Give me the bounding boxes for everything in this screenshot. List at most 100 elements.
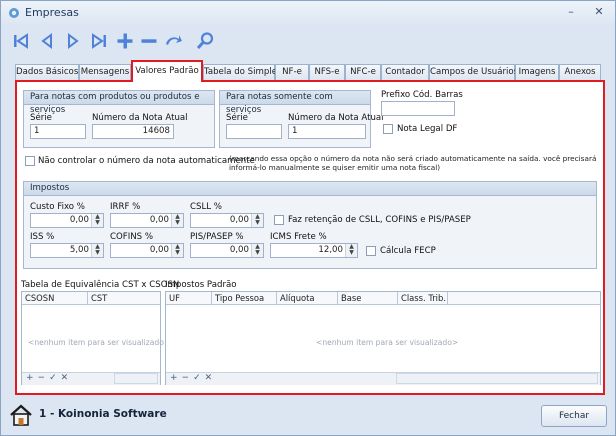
cst-col-cst[interactable]: CST bbox=[88, 292, 161, 305]
pis-value: 0,00 bbox=[229, 245, 249, 255]
cst-add-icon[interactable]: + bbox=[26, 373, 34, 384]
csll-spin-icon[interactable]: ▲ ▼ bbox=[251, 214, 263, 227]
group-produtos-title: Para notas com produtos ou produtos e se… bbox=[24, 91, 214, 115]
impostos-padrao-header: UF Tipo Pessoa Alíquota Base Class. Trib… bbox=[166, 292, 600, 305]
cst-horizontal-scrollbar[interactable] bbox=[114, 373, 158, 384]
ip-col-class-trib[interactable]: Class. Trib. bbox=[398, 292, 448, 305]
servicos-nota-label: Número da Nota Atual bbox=[288, 113, 384, 123]
produtos-serie-input[interactable]: 1 bbox=[30, 124, 86, 139]
cofins-spin-icon[interactable]: ▲ ▼ bbox=[171, 244, 183, 257]
add-record-button[interactable] bbox=[113, 29, 137, 53]
icms-frete-input[interactable]: 12,00 ▲ ▼ bbox=[270, 243, 358, 258]
tab-dados-basicos[interactable]: Dados Básicos bbox=[15, 64, 79, 81]
last-record-button[interactable] bbox=[87, 29, 111, 53]
nao-controlar-checkbox[interactable] bbox=[25, 156, 35, 166]
footer: 1 - Koinonia Software Fechar bbox=[1, 397, 615, 435]
group-servicos-title: Para notas somente com serviços bbox=[220, 91, 370, 115]
undo-arrow-icon bbox=[166, 35, 182, 45]
custo-fixo-input[interactable]: 0,00 ▲ ▼ bbox=[30, 213, 104, 228]
produtos-serie-label: Série bbox=[30, 113, 52, 123]
group-impostos: Impostos Custo Fixo % 0,00 ▲ ▼ IRRF % 0,0… bbox=[23, 181, 597, 269]
tab-strip: Dados Básicos Mensagens Valores Padrão T… bbox=[15, 60, 601, 82]
tab-page-valores-padrao: Para notas com produtos ou produtos e se… bbox=[15, 80, 605, 395]
ip-confirm-icon[interactable]: ✓ bbox=[193, 373, 201, 384]
iss-input[interactable]: 5,00 ▲ ▼ bbox=[30, 243, 104, 258]
cst-table-header: CSOSN CST bbox=[22, 292, 160, 305]
cofins-input[interactable]: 0,00 ▲ ▼ bbox=[110, 243, 184, 258]
remove-record-button[interactable] bbox=[137, 29, 161, 53]
ip-col-uf[interactable]: UF bbox=[166, 292, 212, 305]
tab-campos-de-usuarios[interactable]: Campos de Usuários bbox=[429, 64, 518, 81]
custo-fixo-spin-icon[interactable]: ▲ ▼ bbox=[91, 214, 103, 227]
tab-imagens[interactable]: Imagens bbox=[515, 64, 559, 81]
ip-add-icon[interactable]: + bbox=[170, 373, 178, 384]
ip-col-base[interactable]: Base bbox=[338, 292, 398, 305]
retencao-label: Faz retenção de CSLL, COFINS e PIS/PASEP bbox=[288, 215, 471, 225]
undo-button[interactable] bbox=[161, 29, 185, 53]
next-record-icon bbox=[68, 33, 79, 49]
csll-value: 0,00 bbox=[229, 215, 249, 225]
pis-spin-icon[interactable]: ▲ ▼ bbox=[251, 244, 263, 257]
prefixo-input[interactable] bbox=[381, 101, 455, 116]
impostos-padrao-title: Impostos Padrão bbox=[165, 280, 237, 290]
tab-nfse[interactable]: NFS-e bbox=[309, 64, 345, 81]
tab-tabela-do-simples[interactable]: Tabela do Simples bbox=[203, 64, 282, 81]
group-impostos-title: Impostos bbox=[24, 182, 596, 196]
first-record-icon bbox=[14, 33, 28, 49]
csll-label: CSLL % bbox=[190, 202, 222, 212]
icms-frete-spin-icon[interactable]: ▲ ▼ bbox=[345, 244, 357, 257]
pis-label: PIS/PASEP % bbox=[190, 232, 244, 242]
plus-icon bbox=[117, 33, 133, 49]
cst-confirm-icon[interactable]: ✓ bbox=[49, 373, 57, 384]
irrf-input[interactable]: 0,00 ▲ ▼ bbox=[110, 213, 184, 228]
search-icon bbox=[196, 32, 214, 50]
servicos-serie-input[interactable] bbox=[226, 124, 282, 139]
window: Empresas – ✕ Dados Básicos Mensagens Val… bbox=[0, 0, 616, 436]
retencao-checkbox[interactable] bbox=[274, 215, 284, 225]
cst-remove-icon[interactable]: − bbox=[38, 373, 46, 384]
nota-legal-checkbox[interactable] bbox=[383, 124, 393, 134]
cst-col-csosn[interactable]: CSOSN bbox=[22, 292, 88, 305]
impostos-padrao-horizontal-scrollbar[interactable] bbox=[396, 373, 598, 384]
servicos-nota-input[interactable]: 1 bbox=[288, 124, 366, 139]
previous-record-button[interactable] bbox=[35, 29, 59, 53]
custo-fixo-label: Custo Fixo % bbox=[30, 202, 85, 212]
tab-mensagens[interactable]: Mensagens bbox=[79, 64, 131, 81]
pis-input[interactable]: 0,00 ▲ ▼ bbox=[190, 243, 264, 258]
company-name: 1 - Koinonia Software bbox=[39, 408, 167, 420]
tab-contador[interactable]: Contador bbox=[381, 64, 429, 81]
tab-anexos[interactable]: Anexos bbox=[559, 64, 601, 81]
home-icon bbox=[10, 404, 32, 426]
cst-empty-message: <nenhum item para ser visualizado> bbox=[28, 338, 171, 347]
servicos-serie-label: Série bbox=[226, 113, 248, 123]
next-record-button[interactable] bbox=[61, 29, 85, 53]
cst-table-title: Tabela de Equivalência CST x CSOSN bbox=[21, 280, 180, 290]
minimize-button[interactable]: – bbox=[561, 4, 581, 20]
icms-frete-value: 12,00 bbox=[318, 245, 343, 255]
irrf-spin-icon[interactable]: ▲ ▼ bbox=[171, 214, 183, 227]
custo-fixo-value: 0,00 bbox=[69, 215, 89, 225]
fecp-checkbox[interactable] bbox=[366, 246, 376, 256]
nao-controlar-label: Não controlar o número da nota automatic… bbox=[38, 156, 255, 166]
icms-frete-label: ICMS Frete % bbox=[270, 232, 327, 242]
tab-nfce[interactable]: NFC-e bbox=[345, 64, 381, 81]
first-record-button[interactable] bbox=[9, 29, 33, 53]
nao-controlar-note: (marcando essa opção o número da nota nã… bbox=[229, 154, 597, 172]
ip-col-tipo-pessoa[interactable]: Tipo Pessoa bbox=[212, 292, 277, 305]
produtos-nota-input[interactable]: 14608 bbox=[92, 124, 174, 139]
close-window-button[interactable]: ✕ bbox=[589, 4, 609, 20]
title-bar: Empresas – ✕ bbox=[1, 1, 615, 25]
minus-icon bbox=[141, 39, 157, 43]
ip-cancel-icon[interactable]: ✕ bbox=[205, 373, 213, 384]
tab-valores-padrao[interactable]: Valores Padrão bbox=[131, 60, 203, 82]
fechar-button[interactable]: Fechar bbox=[541, 405, 607, 427]
cst-cancel-icon[interactable]: ✕ bbox=[61, 373, 69, 384]
search-button[interactable] bbox=[193, 29, 217, 53]
ip-remove-icon[interactable]: − bbox=[182, 373, 190, 384]
csll-input[interactable]: 0,00 ▲ ▼ bbox=[190, 213, 264, 228]
ip-col-aliquota[interactable]: Alíquota bbox=[277, 292, 338, 305]
previous-record-icon bbox=[41, 33, 52, 49]
iss-spin-icon[interactable]: ▲ ▼ bbox=[91, 244, 103, 257]
window-title: Empresas bbox=[25, 6, 79, 19]
tab-nfe[interactable]: NF-e bbox=[275, 64, 309, 81]
